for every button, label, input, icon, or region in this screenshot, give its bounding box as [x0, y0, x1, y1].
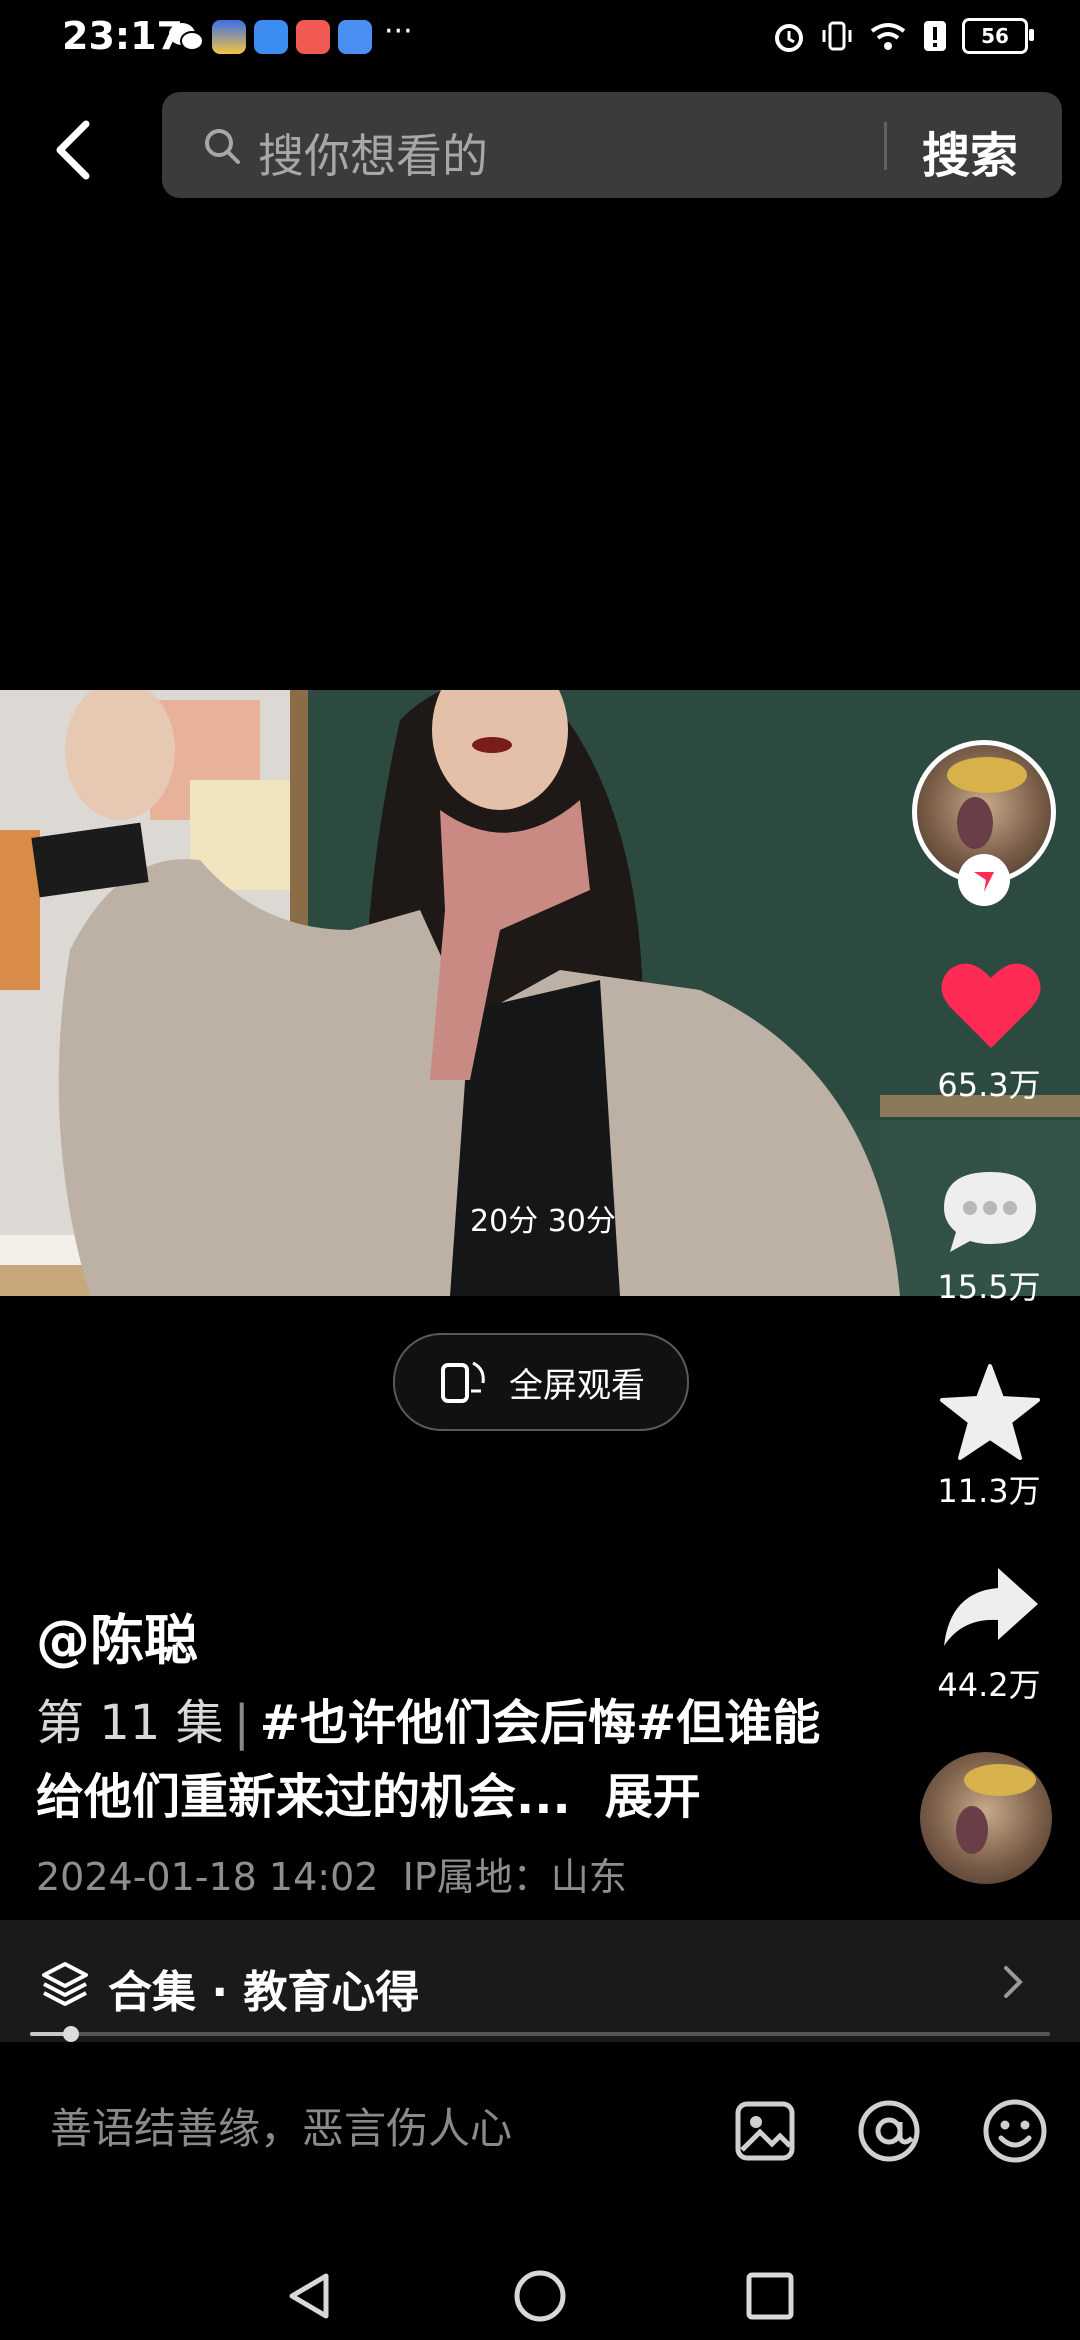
status-icons: 56	[772, 16, 1034, 56]
episode-number: 第 11 集	[36, 1695, 224, 1751]
like-count: 65.3万	[937, 1066, 1041, 1104]
search-box[interactable]: 搜你想看的 搜索	[162, 92, 1062, 198]
status-time: 23:17	[62, 14, 183, 58]
search-placeholder[interactable]: 搜你想看的	[258, 120, 488, 186]
post-date: 2024-01-18 14:02	[36, 1855, 379, 1899]
expand-button[interactable]: 展开	[605, 1769, 701, 1825]
comment-button[interactable]	[940, 1168, 1040, 1254]
favorite-button[interactable]	[938, 1362, 1042, 1462]
favorite-count: 11.3万	[937, 1472, 1041, 1510]
share-count: 44.2万	[937, 1666, 1041, 1704]
comment-count: 15.5万	[937, 1268, 1041, 1306]
signal-alert-icon	[924, 21, 946, 51]
collection-bar[interactable]: 合集 · 教育心得	[0, 1920, 1080, 2042]
like-button[interactable]	[941, 960, 1041, 1052]
search-button[interactable]: 搜索	[922, 116, 1018, 186]
author-name[interactable]: @陈聪	[36, 1596, 198, 1675]
more-notifications-icon: ···	[384, 14, 413, 49]
video-description: 第 11 集 | #也许他们会后悔#但谁能给他们重新来过的机会... 展开	[36, 1686, 836, 1834]
alarm-icon	[775, 24, 803, 52]
ip-location: IP属地：山东	[402, 1855, 627, 1899]
mention-icon[interactable]	[856, 2098, 922, 2164]
search-icon	[205, 129, 240, 164]
episode-separator: |	[233, 1695, 250, 1751]
collection-label: 合集 · 教育心得	[108, 1967, 420, 2018]
share-button[interactable]	[938, 1562, 1042, 1650]
huawei-app-icon	[296, 20, 330, 54]
layers-icon	[42, 1962, 88, 2006]
video-time-overlay: 20分 30分	[470, 1204, 616, 1239]
playback-progress-track[interactable]	[30, 2032, 1050, 2036]
image-picker-icon[interactable]	[734, 2100, 796, 2162]
cloud-app-icon	[338, 20, 372, 54]
comment-input[interactable]	[48, 2092, 692, 2164]
emoji-icon[interactable]	[982, 2098, 1048, 2164]
playback-progress-handle[interactable]	[62, 2026, 79, 2042]
nav-back-icon[interactable]	[282, 2268, 338, 2324]
system-nav-bar	[0, 2220, 1080, 2340]
post-meta: 2024-01-18 14:02 IP属地：山东	[36, 1846, 627, 1901]
app-icon-game	[212, 20, 246, 54]
search-divider	[884, 122, 887, 170]
fullscreen-button[interactable]: 全屏观看	[393, 1333, 689, 1431]
chevron-right-icon	[1004, 1966, 1023, 1998]
wechat-icon	[169, 23, 204, 51]
wifi-icon	[870, 23, 906, 50]
rotate-screen-icon	[441, 1361, 485, 1403]
vibrate-icon	[822, 21, 852, 51]
nav-recents-icon[interactable]	[742, 2268, 798, 2324]
follow-button[interactable]	[956, 852, 1012, 908]
music-disc-button[interactable]	[920, 1752, 1052, 1884]
fullscreen-label: 全屏观看	[509, 1365, 645, 1406]
hashtag-link[interactable]: #也许他们会后悔	[260, 1695, 636, 1751]
battery-icon: 56	[962, 18, 1034, 54]
status-bar: 23:17 ··· 56	[0, 0, 1080, 74]
nav-home-icon[interactable]	[512, 2268, 568, 2324]
weather-app-icon	[254, 20, 288, 54]
back-button[interactable]	[44, 110, 104, 190]
music-disc-image	[956, 1764, 1036, 1854]
